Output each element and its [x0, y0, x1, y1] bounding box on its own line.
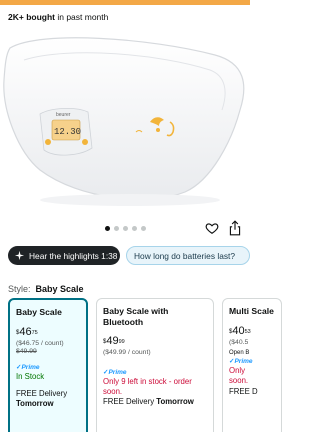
option-price: $4675 [16, 325, 38, 338]
image-carousel-dots[interactable] [105, 226, 146, 231]
product-image[interactable]: 12.30 beurer [0, 30, 250, 222]
style-option-multi-scale[interactable]: Multi Scale $4053 ($40.5 Open B ✓Prime O… [222, 298, 282, 432]
option-unit-price: ($49.99 / count) [103, 349, 151, 356]
option-delivery: FREE Delivery Tomorrow [16, 388, 68, 408]
option-stock-status: Only [229, 365, 246, 375]
carousel-dot[interactable] [141, 226, 146, 231]
option-delivery: FREE Delivery Tomorrow [103, 397, 194, 406]
heart-icon[interactable] [205, 221, 219, 235]
carousel-dot[interactable] [123, 226, 128, 231]
style-option-baby-scale-bluetooth[interactable]: Baby Scale with Bluetooth $4999 ($49.99 … [96, 298, 214, 432]
prime-badge: ✓Prime [16, 363, 40, 371]
scale-brand: beurer [56, 112, 71, 118]
option-title: Baby Scale with Bluetooth [103, 306, 169, 327]
prime-badge: ✓Prime [103, 369, 127, 376]
prime-badge: ✓Prime [229, 357, 253, 365]
battery-question-button[interactable]: How long do batteries last? [126, 246, 250, 265]
battery-question-label: How long do batteries last? [134, 250, 236, 261]
option-title: Baby Scale [16, 307, 62, 317]
option-unit-price: ($40.5 [229, 338, 249, 346]
carousel-dot[interactable] [132, 226, 137, 231]
bought-past-month: 2K+ bought in past month [8, 12, 109, 22]
sparkle-icon [14, 250, 25, 261]
scale-display-reading: 12.30 [54, 127, 81, 137]
option-unit-price: ($46.75 / count) [16, 339, 64, 347]
option-delivery: FREE D [229, 386, 258, 396]
share-icon[interactable] [228, 220, 242, 236]
option-open-box: Open B [229, 349, 250, 356]
style-option-baby-scale[interactable]: Baby Scale $4675 ($46.75 / count) $49.99… [8, 298, 88, 432]
option-price: $4999 [103, 335, 125, 347]
option-title: Multi Scale [229, 306, 274, 316]
style-selector-label: Style: Baby Scale [8, 284, 84, 294]
option-stock-status-2: soon. [229, 376, 249, 385]
option-stock-status: In Stock [16, 371, 45, 381]
option-list-price: $49.99 [16, 347, 37, 355]
carousel-dot[interactable] [114, 226, 119, 231]
hear-highlights-button[interactable]: Hear the highlights 1:38 [8, 246, 120, 265]
carousel-dot[interactable] [105, 226, 110, 231]
top-accent-strip [0, 0, 250, 5]
option-stock-status: Only 9 left in stock - order soon. [103, 377, 192, 396]
option-price: $4053 [229, 324, 251, 337]
hear-highlights-label: Hear the highlights 1:38 [29, 250, 118, 261]
